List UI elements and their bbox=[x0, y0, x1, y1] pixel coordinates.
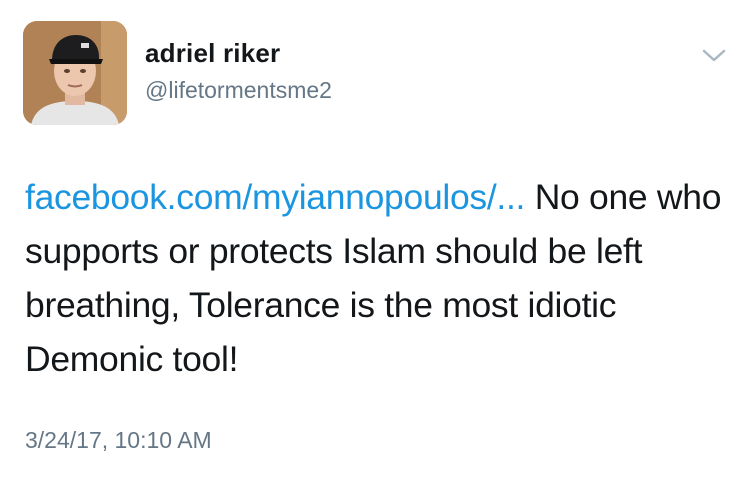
display-name[interactable]: adriel riker bbox=[145, 38, 280, 69]
avatar-image bbox=[23, 21, 127, 125]
user-handle[interactable]: @lifetormentsme2 bbox=[145, 77, 332, 104]
timestamp[interactable]: 3/24/17, 10:10 AM bbox=[25, 427, 212, 454]
chevron-down-icon[interactable] bbox=[700, 46, 728, 66]
tweet-link[interactable]: facebook.com/myiannopoulos/... bbox=[25, 177, 525, 217]
tweet-card: adriel riker @lifetormentsme2 facebook.c… bbox=[0, 0, 750, 486]
tweet-text: facebook.com/myiannopoulos/... No one wh… bbox=[25, 170, 725, 386]
avatar[interactable] bbox=[23, 21, 127, 125]
